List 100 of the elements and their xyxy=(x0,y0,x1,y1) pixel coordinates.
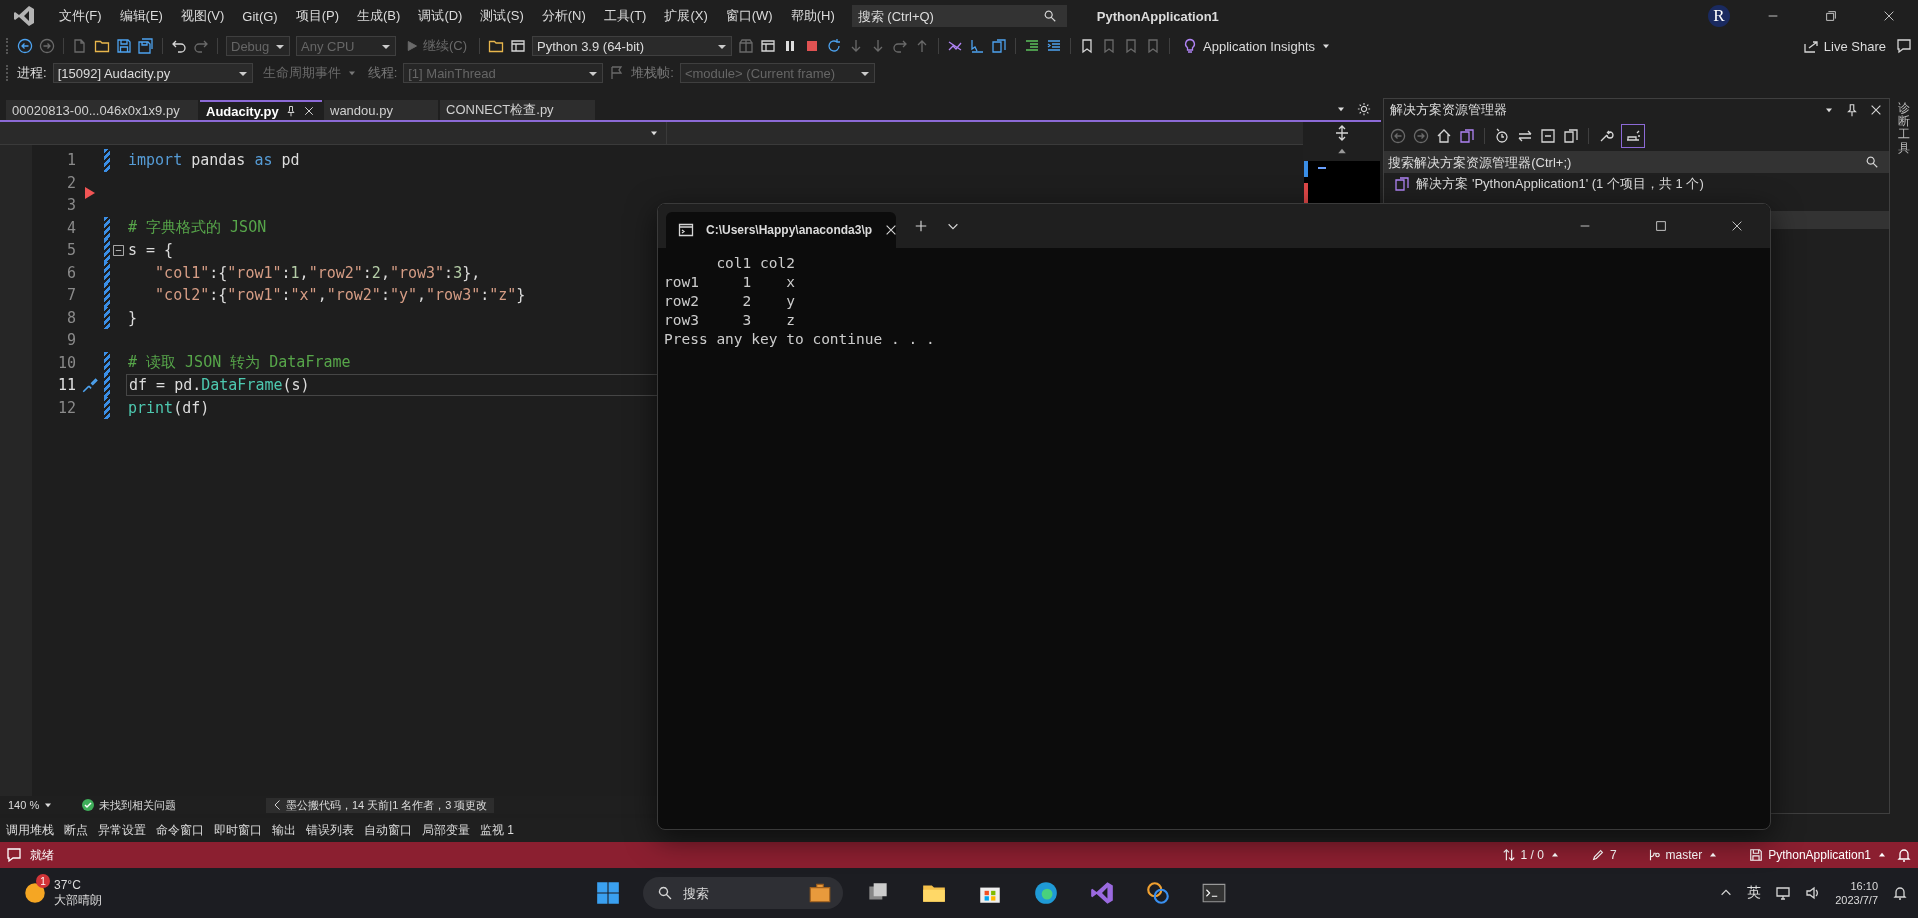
environment-dropdown[interactable]: Python 3.9 (64-bit) xyxy=(532,36,733,56)
save-all-icon[interactable] xyxy=(138,38,154,54)
live-share-button[interactable]: Live Share xyxy=(1798,38,1890,54)
forward-icon[interactable] xyxy=(1413,128,1430,144)
browser-icon[interactable] xyxy=(1032,880,1059,906)
wrench-icon[interactable] xyxy=(1598,128,1615,144)
tool-window-tab[interactable]: 自动窗口 xyxy=(364,821,412,839)
menu-item[interactable]: 扩展(X) xyxy=(655,7,717,25)
tool-window-tab[interactable]: 监视 1 xyxy=(480,821,514,839)
settings-icon[interactable] xyxy=(1357,102,1372,116)
document-tab[interactable]: Audacity.py xyxy=(200,100,322,120)
edits-status[interactable]: 7 xyxy=(1590,848,1617,862)
menu-item[interactable]: 生成(B) xyxy=(348,7,410,25)
temperature[interactable]: 37°C xyxy=(54,878,102,893)
close-icon[interactable] xyxy=(1730,219,1744,233)
notification-icon[interactable] xyxy=(1892,885,1908,901)
start-icon[interactable] xyxy=(594,880,621,906)
clock[interactable]: 16:10 2023/7/7 xyxy=(1835,878,1878,908)
feedback-icon[interactable] xyxy=(1896,38,1912,54)
open-folder-icon[interactable] xyxy=(94,38,110,54)
input-method[interactable]: 英 xyxy=(1747,884,1762,902)
collapse-all-icon[interactable] xyxy=(1540,128,1557,144)
tool-window-tab[interactable]: 命令窗口 xyxy=(156,821,204,839)
close-icon[interactable] xyxy=(1869,103,1883,117)
window-icon[interactable] xyxy=(510,38,527,54)
redo-icon[interactable] xyxy=(892,38,909,54)
menu-item[interactable]: 文件(F) xyxy=(50,7,111,25)
menu-item[interactable]: 编辑(E) xyxy=(110,7,172,25)
network-icon[interactable] xyxy=(1775,885,1792,901)
back-icon[interactable] xyxy=(17,38,33,54)
menu-item[interactable]: 分析(N) xyxy=(532,7,595,25)
pin-icon[interactable] xyxy=(1845,103,1859,117)
tool-window-tab[interactable]: 错误列表 xyxy=(306,821,354,839)
sync-icon[interactable] xyxy=(1517,128,1534,144)
back-icon[interactable] xyxy=(1390,128,1407,144)
split-icon[interactable] xyxy=(1334,125,1351,141)
sync-status[interactable]: 1 / 0 xyxy=(1501,848,1561,862)
tool-window-tab[interactable]: 输出 xyxy=(272,821,296,839)
copy-icon[interactable] xyxy=(1563,128,1580,144)
zoom-dropdown[interactable]: 140 % xyxy=(8,799,68,811)
preview-icon[interactable] xyxy=(1621,124,1646,148)
console-tab[interactable]: C:\Users\Happy\anaconda3\p xyxy=(666,212,896,248)
package-icon[interactable] xyxy=(738,38,755,54)
collapse-icon[interactable] xyxy=(112,244,124,256)
weather-condition[interactable]: 大部晴朗 xyxy=(54,893,102,908)
pin-icon[interactable] xyxy=(284,105,297,117)
history-icon[interactable] xyxy=(1494,128,1511,144)
close-icon[interactable] xyxy=(1882,9,1896,23)
side-tab[interactable]: 诊断工具 xyxy=(1898,102,1910,155)
code-line: import pandas as pd xyxy=(127,150,301,171)
menu-item[interactable]: 调试(D) xyxy=(409,7,472,25)
layout-icon[interactable] xyxy=(760,38,777,54)
indent-icon[interactable] xyxy=(1024,38,1041,54)
branch-status[interactable]: master xyxy=(1646,848,1720,862)
maximize-icon[interactable] xyxy=(1654,219,1668,233)
search-field[interactable]: 搜索 (Ctrl+Q) xyxy=(851,5,1067,27)
outdent-icon[interactable] xyxy=(1046,38,1063,54)
document-tab[interactable]: wandou.py xyxy=(324,100,438,120)
menu-item[interactable]: 帮助(H) xyxy=(781,7,844,25)
project-status[interactable]: PythonApplication1 xyxy=(1749,848,1888,862)
tool-window-tab[interactable]: 局部变量 xyxy=(422,821,470,839)
new-tab-icon[interactable] xyxy=(914,219,928,233)
tool-window-tab[interactable]: 调用堆栈 xyxy=(6,821,54,839)
menu-item[interactable]: 视图(V) xyxy=(171,7,234,25)
tool-window-tab[interactable]: 异常设置 xyxy=(98,821,146,839)
screwdriver-icon[interactable] xyxy=(81,376,99,395)
document-tab[interactable]: 00020813-00...046x0x1x9.py xyxy=(6,100,198,120)
restart-icon[interactable] xyxy=(826,38,843,54)
redo-icon[interactable] xyxy=(193,38,209,54)
taskbar-search[interactable]: 搜索 xyxy=(642,877,843,909)
folder-search-icon[interactable] xyxy=(488,38,505,54)
process-dropdown[interactable]: [15092] Audacity.py xyxy=(52,63,253,83)
undo-icon[interactable] xyxy=(171,38,187,54)
solution-icon[interactable] xyxy=(1459,128,1476,144)
menu-item[interactable]: 项目(P) xyxy=(286,7,349,25)
document-tab[interactable]: CONNECT检查.py xyxy=(440,100,595,120)
search-field[interactable]: 搜索解决方案资源管理器(Ctrl+;) xyxy=(1384,151,1889,173)
application-insights-button[interactable]: Application Insights xyxy=(1178,38,1337,54)
save-icon[interactable] xyxy=(116,38,132,54)
document-icon[interactable] xyxy=(991,38,1008,54)
tree-item[interactable]: 解决方案 'PythonApplication1' (1 个项目，共 1 个) xyxy=(1384,173,1889,195)
codelens-info[interactable]: 墨公搬代码，14 天前|1 名作者，3 项更改 xyxy=(266,797,494,813)
home-icon[interactable] xyxy=(1436,128,1453,144)
restore-icon[interactable] xyxy=(1824,9,1838,23)
avatar[interactable]: R xyxy=(1708,5,1730,27)
code-line: s = { xyxy=(127,240,175,261)
new-project-icon[interactable] xyxy=(72,38,88,54)
tool-window-tab[interactable]: 断点 xyxy=(64,821,88,839)
menu-item[interactable]: 测试(S) xyxy=(471,7,533,25)
notification-icon[interactable] xyxy=(1896,847,1912,863)
issues-indicator[interactable]: 未找到相关问题 xyxy=(82,797,252,813)
menu-item[interactable]: 窗口(W) xyxy=(716,7,782,25)
cursor-icon[interactable] xyxy=(969,38,986,54)
tool-window-tab[interactable]: 即时窗口 xyxy=(214,821,262,839)
ide-icon[interactable] xyxy=(1088,880,1115,906)
menu-item[interactable]: 工具(T) xyxy=(594,7,656,25)
menu-item[interactable]: Git(G) xyxy=(233,8,287,24)
forward-icon[interactable] xyxy=(39,38,55,54)
close-icon[interactable] xyxy=(302,105,315,117)
rings-icon[interactable] xyxy=(1144,880,1171,906)
